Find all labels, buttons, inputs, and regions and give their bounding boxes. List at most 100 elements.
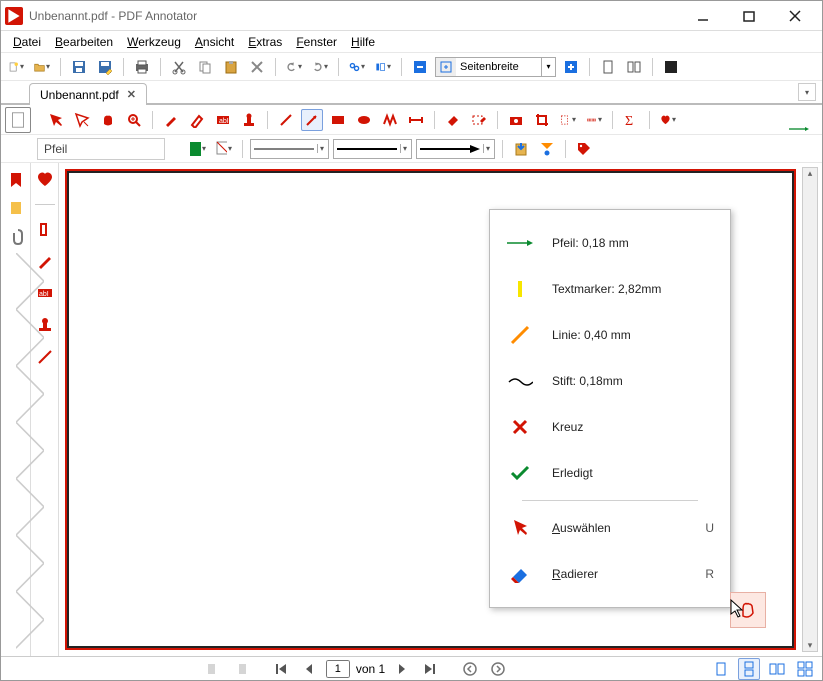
zoom-out-button[interactable] — [409, 56, 431, 78]
page-number-input[interactable] — [326, 660, 350, 678]
layout-double-button[interactable] — [623, 56, 645, 78]
sidebar-tab-pages[interactable] — [5, 197, 27, 219]
fullscreen-button[interactable] — [660, 56, 682, 78]
menu-view[interactable]: Ansicht — [189, 33, 240, 51]
lasso-tool[interactable] — [71, 109, 93, 131]
view-two-continuous[interactable] — [794, 658, 816, 680]
zoom-dropdown[interactable]: ▾ — [541, 58, 555, 76]
eraser-tool[interactable] — [442, 109, 464, 131]
zoom-fit-icon[interactable] — [436, 58, 456, 76]
dimension-tool[interactable] — [405, 109, 427, 131]
popup-action-eraser[interactable]: Radierer R — [496, 551, 724, 597]
undo-button[interactable] — [283, 56, 305, 78]
line-dash-select[interactable] — [333, 139, 412, 159]
document-tab[interactable]: Unbenannt.pdf ✕ — [29, 83, 147, 105]
vertical-scrollbar[interactable] — [802, 167, 818, 652]
tab-close-icon[interactable]: ✕ — [127, 88, 136, 101]
cursor-icon — [506, 514, 534, 542]
extract-tool[interactable] — [557, 109, 579, 131]
color-picker[interactable] — [187, 138, 209, 160]
ellipse-tool[interactable] — [353, 109, 375, 131]
zoom-tool[interactable] — [123, 109, 145, 131]
nav-back[interactable] — [459, 658, 481, 680]
rect-tool[interactable] — [327, 109, 349, 131]
favorites-icon[interactable] — [34, 169, 56, 191]
current-tool-name: Pfeil — [37, 138, 165, 160]
popup-item-cross[interactable]: Kreuz — [496, 404, 724, 450]
paste-button[interactable] — [220, 56, 242, 78]
maximize-button[interactable] — [726, 2, 772, 30]
nav-next-page[interactable] — [391, 658, 413, 680]
popup-item-marker[interactable]: Textmarker: 2,82mm — [496, 266, 724, 312]
zoom-input[interactable] — [456, 58, 541, 76]
marker-tool[interactable] — [186, 109, 208, 131]
minimize-button[interactable] — [680, 2, 726, 30]
sum-tool[interactable]: Σ — [620, 109, 642, 131]
line-style-select[interactable] — [250, 139, 329, 159]
cross-icon — [506, 413, 534, 441]
open-button[interactable] — [31, 56, 53, 78]
delete-button[interactable] — [246, 56, 268, 78]
redo-button[interactable] — [309, 56, 331, 78]
document-tabbar: Unbenannt.pdf ✕ ▾ — [1, 81, 822, 105]
close-button[interactable] — [772, 2, 818, 30]
zoom-combo[interactable]: ▾ — [435, 57, 556, 77]
line-tool[interactable] — [275, 109, 297, 131]
nav-last-page[interactable] — [419, 658, 441, 680]
polyline-tool[interactable] — [379, 109, 401, 131]
menu-file[interactable]: Datei — [7, 33, 47, 51]
marker-icon — [506, 275, 534, 303]
nav-first-page[interactable] — [270, 658, 292, 680]
arrow-head-select[interactable] — [416, 139, 495, 159]
snapshot-tool[interactable] — [505, 109, 527, 131]
crop-tool[interactable] — [531, 109, 553, 131]
cut-button[interactable] — [168, 56, 190, 78]
sidebar-tab-bookmark[interactable] — [5, 169, 27, 191]
menu-extras[interactable]: Extras — [242, 33, 288, 51]
copy-button[interactable] — [194, 56, 216, 78]
text-tool[interactable]: abI — [212, 109, 234, 131]
save-style-button[interactable] — [510, 138, 532, 160]
save-button[interactable] — [68, 56, 90, 78]
print-button[interactable] — [131, 56, 153, 78]
measure-tool[interactable] — [583, 109, 605, 131]
menu-window[interactable]: Fenster — [290, 33, 343, 51]
view-continuous[interactable] — [738, 658, 760, 680]
arrow-tool[interactable] — [301, 109, 323, 131]
nav-prev-page[interactable] — [298, 658, 320, 680]
stamp-tool[interactable] — [238, 109, 260, 131]
page-total-label: von 1 — [356, 662, 385, 676]
arrow-icon — [506, 229, 534, 257]
hand-tool-highlighted[interactable] — [730, 592, 766, 628]
new-doc-button[interactable] — [5, 56, 27, 78]
popup-item-arrow[interactable]: Pfeil: 0,18 mm — [496, 220, 724, 266]
fav-marker[interactable] — [34, 218, 56, 240]
sidebar-tab-attachments[interactable] — [5, 225, 27, 247]
layout-single-button[interactable] — [597, 56, 619, 78]
favorites-button[interactable] — [657, 109, 679, 131]
view-single[interactable] — [710, 658, 732, 680]
tag-button[interactable] — [573, 138, 595, 160]
popup-action-select[interactable]: Auswählen U — [496, 505, 724, 551]
view-two-page[interactable] — [766, 658, 788, 680]
menu-help[interactable]: Hilfe — [345, 33, 381, 51]
select-tool[interactable] — [45, 109, 67, 131]
pen-tool[interactable] — [160, 109, 182, 131]
page-rect-icon[interactable] — [5, 107, 31, 133]
find-button[interactable] — [346, 56, 368, 78]
popup-item-done[interactable]: Erledigt — [496, 450, 724, 496]
fill-picker[interactable] — [213, 138, 235, 160]
menu-edit[interactable]: Bearbeiten — [49, 33, 119, 51]
save-as-button[interactable] — [94, 56, 116, 78]
eraser-icon — [506, 560, 534, 588]
sidebar-toggle-button[interactable] — [372, 56, 394, 78]
zoom-in-button[interactable] — [560, 56, 582, 78]
nav-forward[interactable] — [487, 658, 509, 680]
apply-default-button[interactable] — [536, 138, 558, 160]
tab-overflow-button[interactable]: ▾ — [798, 83, 816, 101]
pan-tool[interactable] — [97, 109, 119, 131]
popup-item-line[interactable]: Linie: 0,40 mm — [496, 312, 724, 358]
erase-area-tool[interactable] — [468, 109, 490, 131]
popup-item-pen[interactable]: Stift: 0,18mm — [496, 358, 724, 404]
menu-tool[interactable]: Werkzeug — [121, 33, 187, 51]
